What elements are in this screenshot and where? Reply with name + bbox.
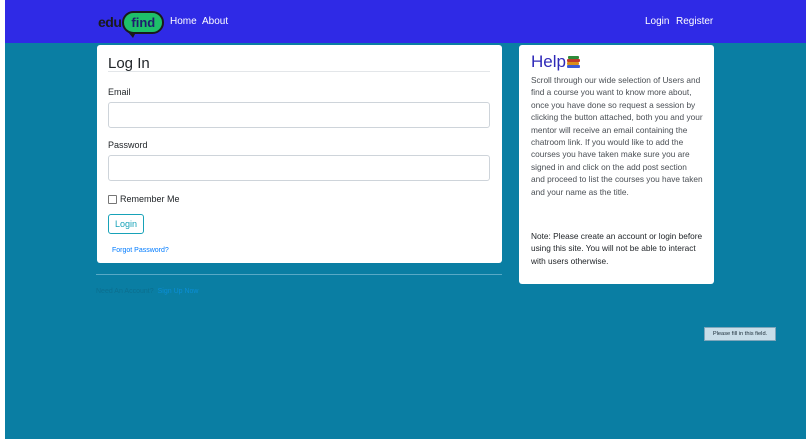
login-card: Log In Email Password Remember Me Login …	[97, 45, 502, 263]
login-button[interactable]: Login	[108, 214, 144, 234]
remember-me-checkbox[interactable]	[108, 195, 117, 204]
brand-prefix: edu	[98, 14, 122, 30]
help-body-text: Scroll through our wide selection of Use…	[531, 75, 703, 197]
need-account-row: Need An Account? Sign Up Now	[96, 288, 198, 295]
email-field[interactable]	[108, 102, 490, 128]
window-edge	[0, 0, 5, 439]
need-account-text: Need An Account?	[96, 288, 154, 295]
page-divider	[96, 274, 502, 275]
help-heading: Help	[531, 52, 580, 72]
forgot-password-link[interactable]: Forgot Password?	[112, 247, 169, 254]
login-title: Log In	[108, 55, 150, 72]
email-label: Email	[108, 87, 131, 97]
books-icon	[566, 56, 580, 68]
remember-me-label[interactable]: Remember Me	[120, 194, 180, 204]
password-field[interactable]	[108, 155, 490, 181]
nav-register-link[interactable]: Register	[676, 16, 713, 27]
validation-tooltip: Please fill in this field.	[704, 327, 776, 341]
sign-up-link[interactable]: Sign Up Now	[158, 288, 199, 295]
nav-login-link[interactable]: Login	[645, 16, 669, 27]
help-title: Help	[531, 52, 566, 71]
nav-home-link[interactable]: Home	[170, 16, 197, 27]
password-label: Password	[108, 140, 148, 150]
title-divider	[108, 71, 490, 72]
help-card: Help Scroll through our wide selection o…	[519, 45, 714, 284]
brand-logo[interactable]: edu find	[98, 9, 165, 38]
nav-about-link[interactable]: About	[202, 16, 228, 27]
navbar: edu find Home About Login Register	[5, 0, 806, 43]
help-note-text: Note: Please create an account or login …	[531, 231, 703, 266]
brand-bubble: find	[122, 10, 165, 38]
